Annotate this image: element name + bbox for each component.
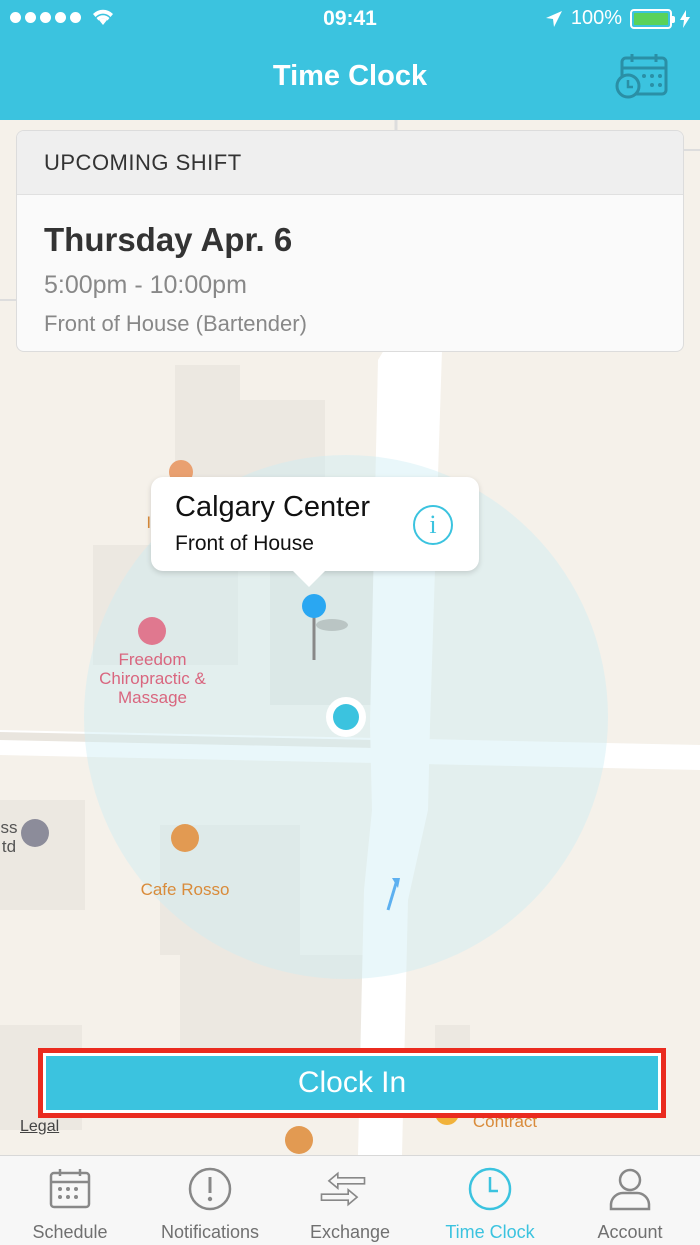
upcoming-shift-card[interactable]: UPCOMING SHIFT Thursday Apr. 6 5:00pm - … bbox=[16, 130, 684, 352]
shift-time: 5:00pm - 10:00pm bbox=[44, 271, 247, 299]
battery-percent: 100% bbox=[570, 7, 622, 29]
tab-notifications[interactable]: Notifications bbox=[140, 1156, 280, 1245]
shift-day: Thursday Apr. 6 bbox=[44, 221, 293, 258]
poi-freedom-label[interactable]: Freedom Chiropractic & Massage bbox=[85, 650, 220, 707]
shift-role: Front of House (Bartender) bbox=[44, 311, 307, 336]
map-legal-link[interactable]: Legal bbox=[20, 1118, 59, 1136]
exchange-arrows-icon bbox=[320, 1171, 366, 1207]
clock-icon bbox=[468, 1167, 512, 1211]
tab-account[interactable]: Account bbox=[560, 1156, 700, 1245]
location-callout[interactable]: Calgary Center Front of House i bbox=[151, 477, 479, 587]
tab-label-time-clock: Time Clock bbox=[445, 1222, 535, 1242]
tab-label-exchange: Exchange bbox=[309, 1222, 391, 1242]
info-icon[interactable]: i bbox=[413, 505, 453, 545]
clock-in-button[interactable]: Clock In bbox=[46, 1056, 658, 1110]
poi-partial-left: ss td bbox=[0, 818, 18, 856]
calendar-icon bbox=[49, 1169, 91, 1209]
exclamation-icon bbox=[188, 1167, 232, 1211]
poi-cafe-label[interactable]: Cafe Rosso bbox=[130, 880, 240, 899]
tab-schedule[interactable]: Schedule bbox=[0, 1156, 140, 1245]
location-arrow-icon bbox=[545, 10, 562, 27]
card-heading: UPCOMING SHIFT bbox=[17, 131, 683, 195]
tab-label-notifications: Notifications bbox=[160, 1222, 260, 1242]
tab-label-account: Account bbox=[597, 1222, 663, 1242]
status-bar: 09:41 100% bbox=[0, 0, 700, 40]
tab-bar: Schedule Notifications Exchange Time Clo… bbox=[0, 1155, 700, 1245]
charging-icon bbox=[680, 9, 690, 28]
status-right: 100% bbox=[545, 7, 690, 30]
page-title: Time Clock bbox=[272, 60, 428, 92]
clock-in-highlight: Clock In bbox=[38, 1048, 666, 1118]
tab-exchange[interactable]: Exchange bbox=[280, 1156, 420, 1245]
top-bar: 09:41 100% Time Clock bbox=[0, 0, 700, 120]
callout-subtitle: Front of House bbox=[175, 532, 314, 555]
tab-time-clock[interactable]: Time Clock bbox=[420, 1156, 560, 1245]
battery-icon bbox=[630, 8, 675, 29]
tab-label-schedule: Schedule bbox=[32, 1222, 108, 1242]
schedule-clock-icon[interactable] bbox=[614, 52, 670, 100]
callout-title: Calgary Center bbox=[175, 491, 371, 523]
person-icon bbox=[609, 1168, 651, 1211]
